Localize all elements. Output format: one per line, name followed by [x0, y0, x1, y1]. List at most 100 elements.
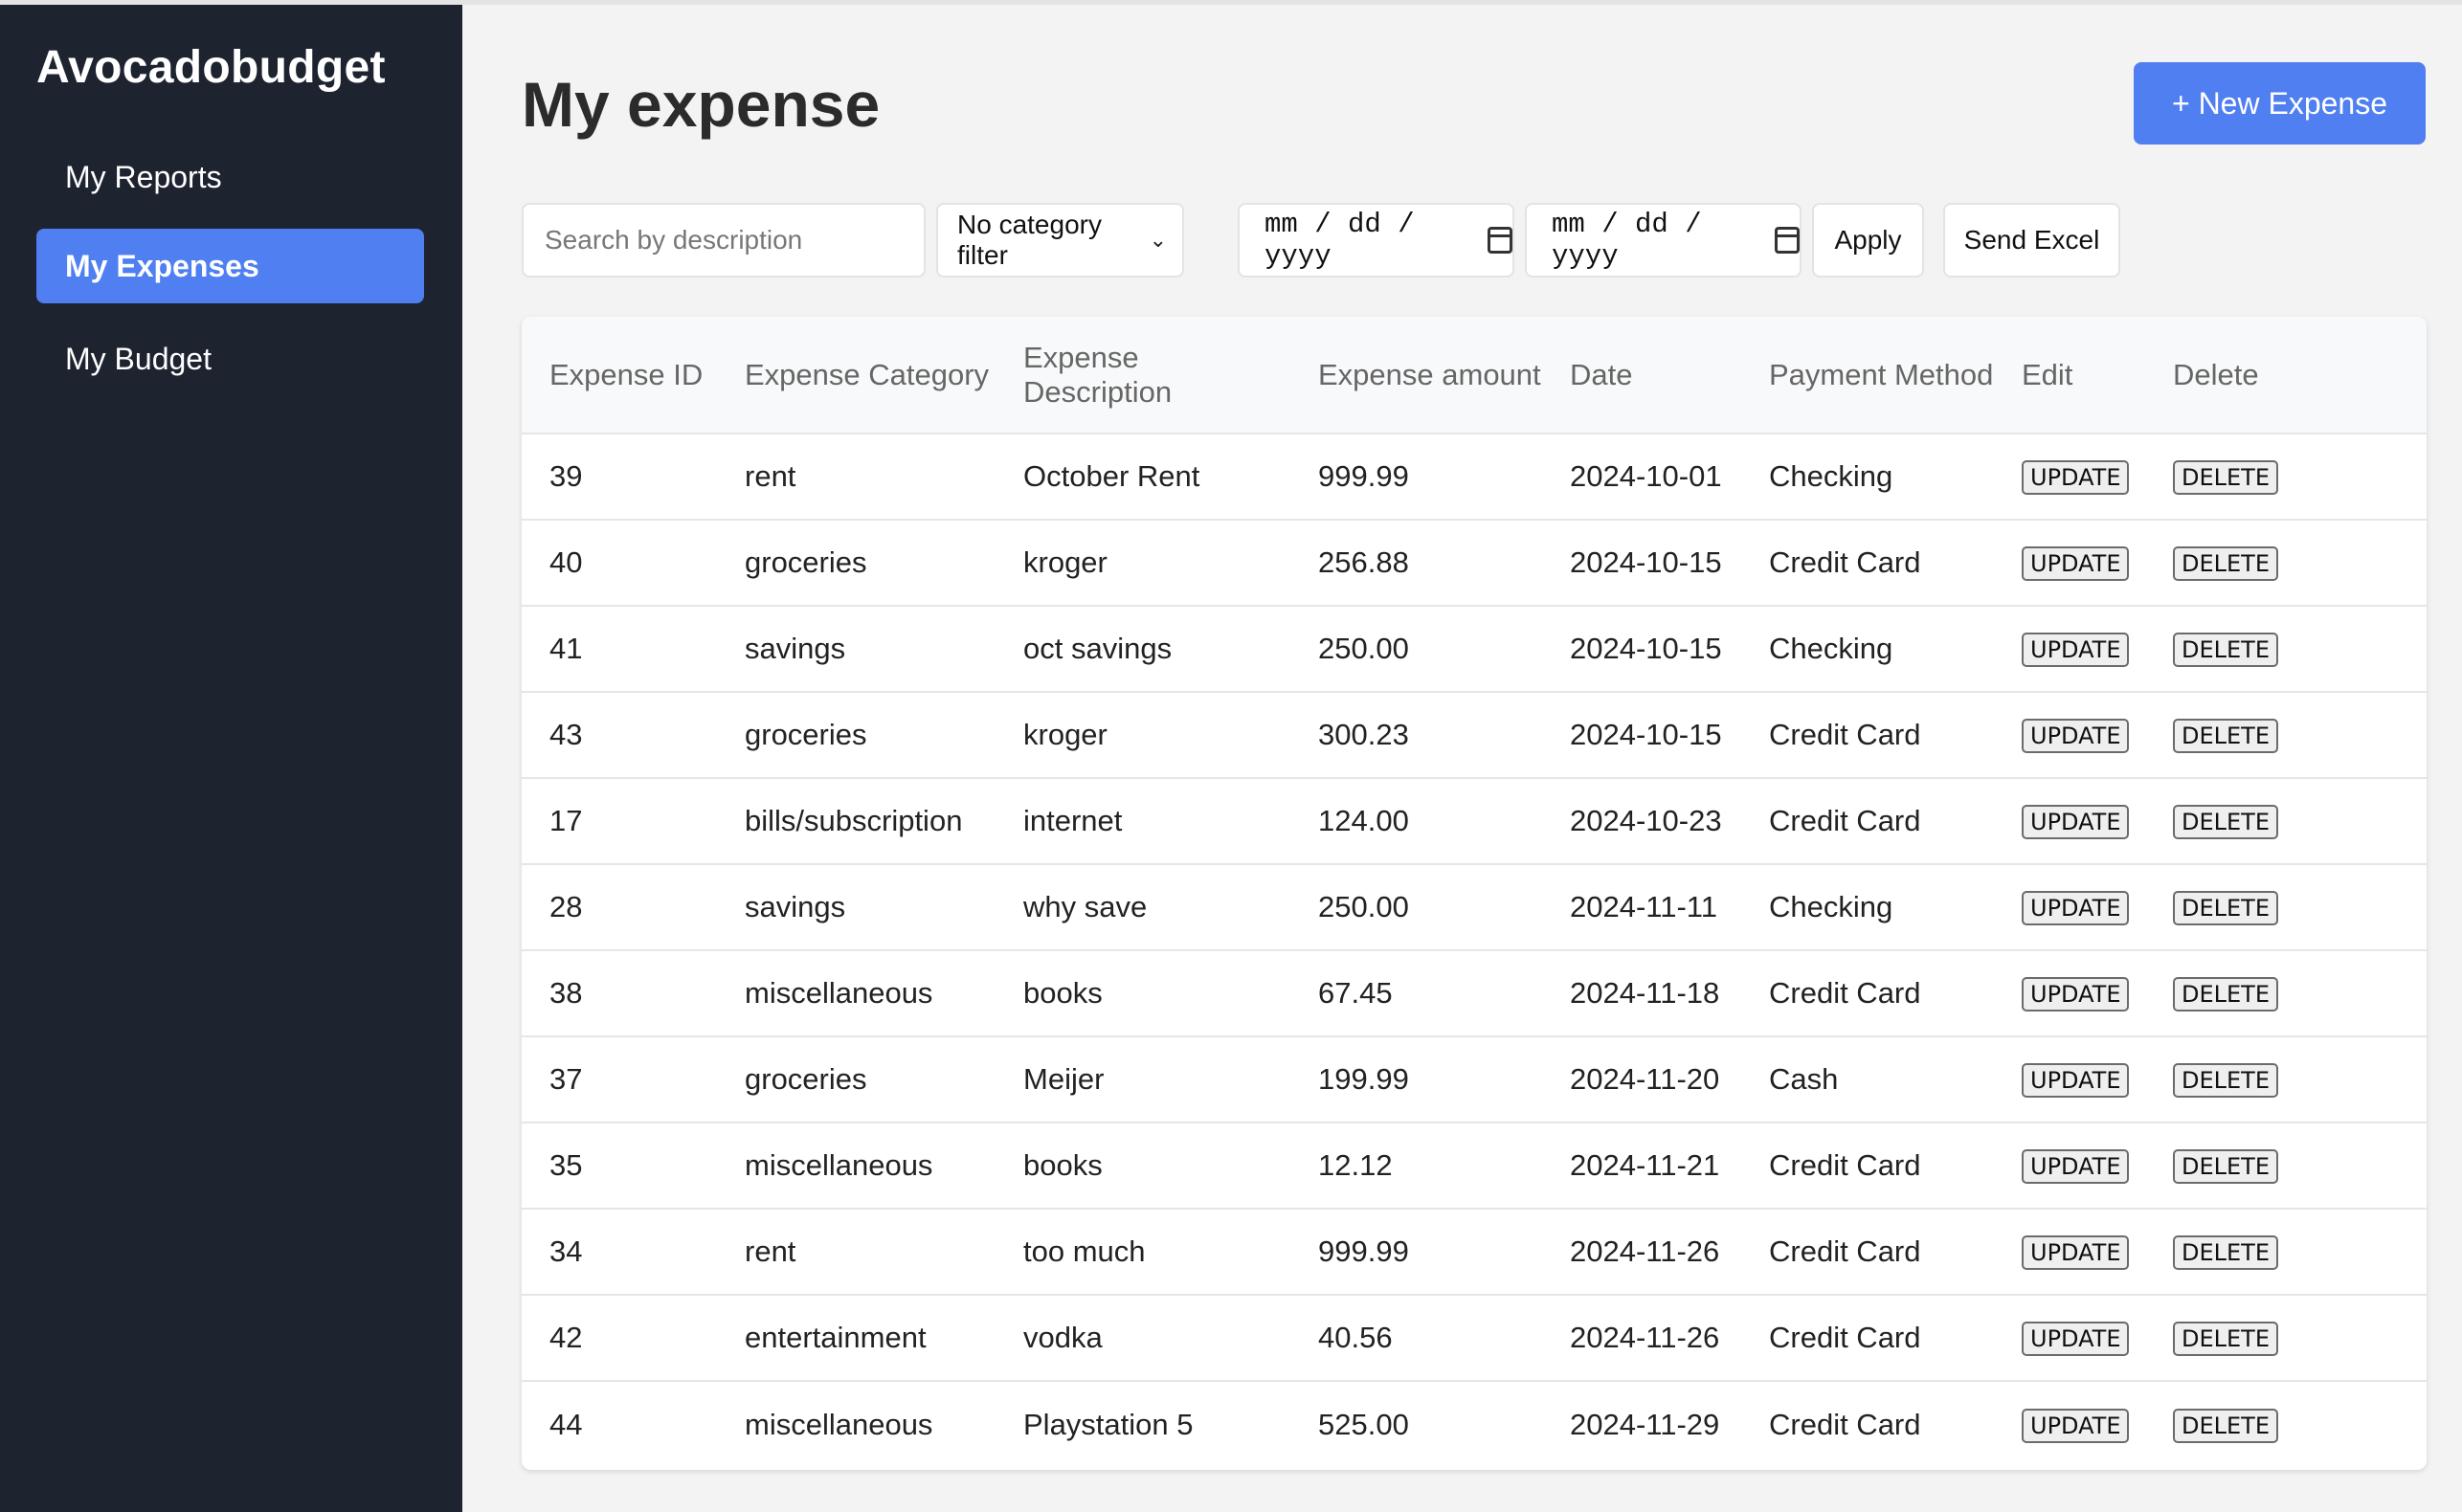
- table-header-row: Expense ID Expense Category Expense Desc…: [522, 317, 2427, 434]
- delete-button[interactable]: DELETE: [2173, 1322, 2279, 1356]
- cell-edit: UPDATE: [1994, 1294, 2145, 1381]
- cell-expense-id: 35: [522, 1122, 717, 1209]
- table-row: 28 savings why save 250.00 2024-11-11 Checkin…: [522, 863, 2427, 950]
- column-header-description[interactable]: Expense Description: [996, 317, 1290, 434]
- column-header-delete: Delete: [2145, 317, 2427, 434]
- send-excel-button[interactable]: Send Excel: [1943, 203, 2120, 278]
- cell-edit: UPDATE: [1994, 949, 2145, 1036]
- update-button[interactable]: UPDATE: [2022, 805, 2130, 839]
- delete-button[interactable]: DELETE: [2173, 633, 2279, 667]
- table-row: 34 rent too much 999.99 2024-11-26 Credit Car…: [522, 1208, 2427, 1295]
- cell-amount: 124.00: [1290, 777, 1542, 864]
- table-row: 42 entertainment vodka 40.56 2024-11-26 Credi…: [522, 1294, 2427, 1381]
- main-content: My expense + New Expense No category fil…: [462, 5, 2462, 1512]
- update-button[interactable]: UPDATE: [2022, 1408, 2130, 1443]
- delete-button[interactable]: DELETE: [2173, 1063, 2279, 1098]
- cell-amount: 250.00: [1290, 605, 1542, 692]
- update-button[interactable]: UPDATE: [2022, 546, 2130, 581]
- cell-expense-id: 34: [522, 1208, 717, 1295]
- delete-button[interactable]: DELETE: [2173, 805, 2279, 839]
- search-input[interactable]: [545, 225, 924, 256]
- cell-edit: UPDATE: [1994, 1380, 2145, 1467]
- column-header-category[interactable]: Expense Category: [717, 317, 996, 434]
- update-button[interactable]: UPDATE: [2022, 977, 2130, 1012]
- cell-date: 2024-10-15: [1542, 605, 1741, 692]
- cell-payment-method: Checking: [1741, 863, 1994, 950]
- update-button[interactable]: UPDATE: [2022, 719, 2130, 753]
- calendar-icon[interactable]: [1775, 227, 1800, 254]
- search-field[interactable]: [522, 203, 926, 278]
- cell-description: internet: [996, 777, 1290, 864]
- brand-logo: Avocadobudget: [36, 42, 386, 93]
- cell-expense-id: 41: [522, 605, 717, 692]
- cell-category: rent: [717, 1208, 996, 1295]
- column-header-payment-method[interactable]: Payment Method: [1741, 317, 1994, 434]
- update-button[interactable]: UPDATE: [2022, 1322, 2130, 1356]
- column-header-date[interactable]: Date: [1542, 317, 1741, 434]
- calendar-icon[interactable]: [1488, 227, 1512, 254]
- cell-delete: DELETE: [2145, 863, 2427, 950]
- cell-delete: DELETE: [2145, 434, 2427, 520]
- delete-button[interactable]: DELETE: [2173, 977, 2279, 1012]
- sidebar: Avocadobudget My Reports My Expenses My …: [0, 5, 462, 1512]
- update-button[interactable]: UPDATE: [2022, 633, 2130, 667]
- cell-delete: DELETE: [2145, 1035, 2427, 1123]
- delete-button[interactable]: DELETE: [2173, 1235, 2279, 1270]
- date-from-input[interactable]: mm / dd / yyyy: [1238, 203, 1514, 278]
- delete-button[interactable]: DELETE: [2173, 546, 2279, 581]
- sidebar-item-my-expenses[interactable]: My Expenses: [36, 229, 424, 303]
- cell-date: 2024-10-01: [1570, 459, 1722, 493]
- update-button[interactable]: UPDATE: [2022, 1235, 2130, 1270]
- cell-description: Meijer: [996, 1035, 1290, 1123]
- apply-button[interactable]: Apply: [1812, 203, 1924, 278]
- cell-expense-id: 28: [522, 863, 717, 950]
- table-row: 17 bills/subscription internet 124.00 2024-1…: [522, 777, 2427, 864]
- delete-button[interactable]: DELETE: [2173, 460, 2279, 495]
- delete-button[interactable]: DELETE: [2173, 1149, 2279, 1184]
- column-header-amount[interactable]: Expense amount: [1290, 317, 1542, 434]
- cell-amount: 256.88: [1290, 519, 1542, 606]
- sidebar-item-my-reports[interactable]: My Reports: [36, 140, 424, 214]
- cell-description: books: [996, 949, 1290, 1036]
- cell-expense-id: 37: [522, 1035, 717, 1123]
- delete-button[interactable]: DELETE: [2173, 891, 2279, 925]
- cell-delete: DELETE: [2145, 691, 2427, 778]
- update-button[interactable]: UPDATE: [2022, 1149, 2130, 1184]
- expense-table: Expense ID Expense Category Expense Desc…: [522, 317, 2427, 1467]
- cell-edit: UPDATE: [1994, 1035, 2145, 1123]
- cell-edit: UPDATE: [1994, 1122, 2145, 1209]
- cell-expense-id: 44: [522, 1380, 717, 1467]
- cell-amount: 525.00: [1290, 1380, 1542, 1467]
- delete-button[interactable]: DELETE: [2173, 719, 2279, 753]
- column-header-expense-id[interactable]: Expense ID: [522, 317, 717, 434]
- update-button[interactable]: UPDATE: [2022, 460, 2130, 495]
- table-row: 35 miscellaneous books 12.12 2024-11-21 Credi…: [522, 1122, 2427, 1209]
- date-from-placeholder: mm / dd / yyyy: [1265, 209, 1415, 272]
- cell-description: kroger: [996, 519, 1290, 606]
- cell-expense-id: 17: [522, 777, 717, 864]
- cell-expense-id: 40: [522, 519, 717, 606]
- cell-date: 2024-10-15: [1542, 519, 1741, 606]
- new-expense-button[interactable]: + New Expense: [2134, 62, 2426, 145]
- category-filter-select[interactable]: No category filter ⌄: [936, 203, 1184, 278]
- cell-payment-method: Credit Card: [1741, 1208, 1994, 1295]
- cell-date: 2024-10-15: [1542, 691, 1741, 778]
- cell-delete: DELETE: [2145, 1380, 2427, 1467]
- cell-category: miscellaneous: [717, 949, 996, 1036]
- cell-date: 2024-11-20: [1542, 1035, 1741, 1123]
- table-row: 43 groceries kroger 300.23 2024-10-15 Credit …: [522, 691, 2427, 778]
- date-to-input[interactable]: mm / dd / yyyy: [1525, 203, 1802, 278]
- update-button[interactable]: UPDATE: [2022, 1063, 2130, 1098]
- table-row: 44 miscellaneous Playstation 5 525.00 2024-1…: [522, 1380, 2427, 1467]
- cell-category: groceries: [717, 1035, 996, 1123]
- cell-amount: 999.99: [1318, 459, 1409, 493]
- cell-category: miscellaneous: [717, 1380, 996, 1467]
- expense-table-card: Expense ID Expense Category Expense Desc…: [522, 317, 2427, 1470]
- cell-category: rent: [745, 459, 796, 493]
- cell-date: 2024-11-29: [1542, 1380, 1741, 1467]
- update-button[interactable]: UPDATE: [2022, 891, 2130, 925]
- delete-button[interactable]: DELETE: [2173, 1408, 2279, 1443]
- cell-delete: DELETE: [2145, 1208, 2427, 1295]
- sidebar-item-my-budget[interactable]: My Budget: [36, 322, 424, 396]
- cell-payment-method: Credit Card: [1741, 1122, 1994, 1209]
